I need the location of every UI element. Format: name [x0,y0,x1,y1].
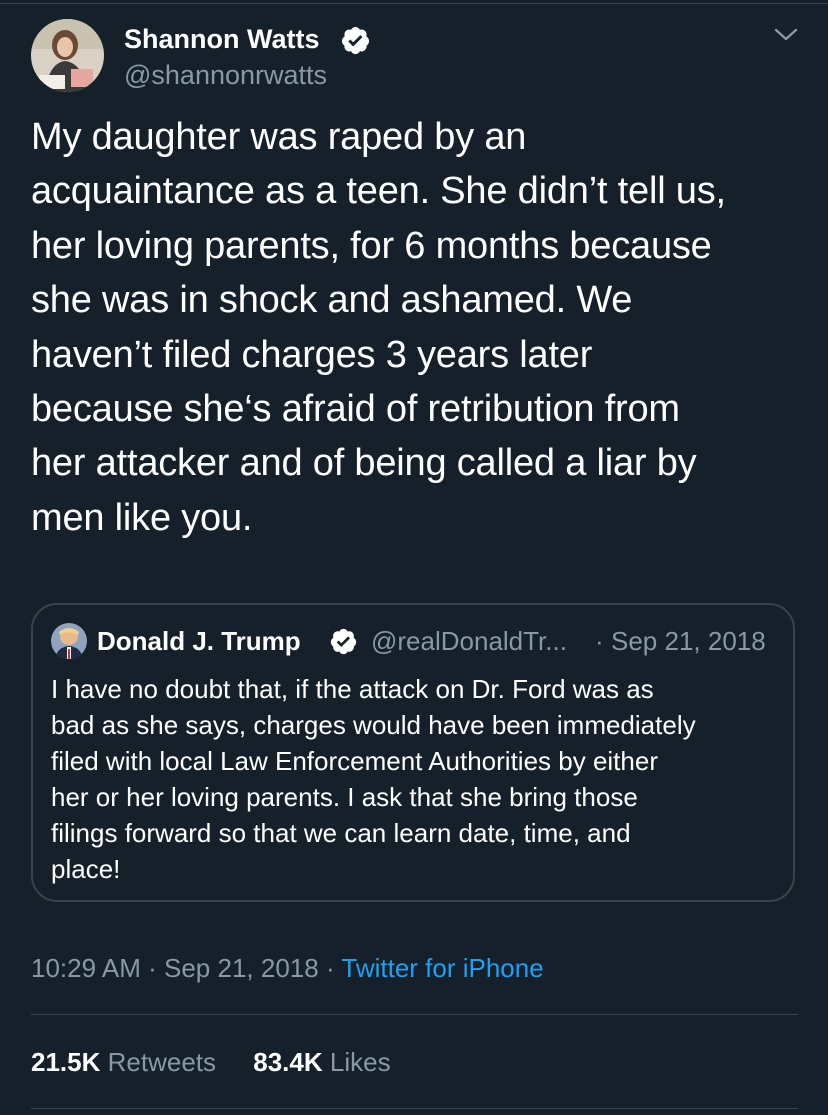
tweet-date[interactable]: Sep 21, 2018 [164,953,319,983]
tweet-time[interactable]: 10:29 AM [31,953,141,983]
quoted-author-handle[interactable]: @realDonaldTr... [371,624,567,658]
quoted-author-avatar [51,623,87,659]
quoted-tweet-date[interactable]: Sep 21, 2018 [611,624,766,658]
tweet-detail: Shannon Watts @shannonrwatts My daughter… [0,0,828,1115]
verified-badge-icon [340,25,371,56]
tweet-source-link[interactable]: Twitter for iPhone [341,953,543,983]
separator-dot: · [325,953,335,983]
tweet-stats: 21.5K Retweets 83.4K Likes [31,1044,391,1080]
tweet-meta: 10:29 AM · Sep 21, 2018 · Twitter for iP… [31,950,544,986]
likes-count: 83.4K [253,1047,323,1077]
top-divider [0,3,828,4]
likes-stat[interactable]: 83.4K Likes [253,1044,390,1080]
divider [31,1108,798,1109]
divider [31,1014,798,1015]
likes-label: Likes [329,1047,391,1077]
separator-dot: · [595,626,604,656]
author-name[interactable]: Shannon Watts [124,22,320,56]
author-handle[interactable]: @shannonrwatts [124,58,327,92]
retweets-stat[interactable]: 21.5K Retweets [31,1044,216,1080]
quoted-tweet-text: I have no doubt that, if the attack on D… [51,674,696,884]
author-avatar[interactable] [31,19,104,92]
quoted-author-name[interactable]: Donald J. Trump [97,624,301,658]
tweet-text: My daughter was raped by an acquaintance… [31,116,726,539]
verified-badge-icon [329,627,358,656]
retweets-label: Retweets [107,1047,217,1077]
separator-dot: · [148,953,157,983]
chevron-down-icon[interactable] [772,25,800,45]
retweets-count: 21.5K [31,1047,101,1077]
quoted-tweet-card[interactable]: Donald J. Trump @realDonaldTr... · Sep 2… [31,603,795,902]
